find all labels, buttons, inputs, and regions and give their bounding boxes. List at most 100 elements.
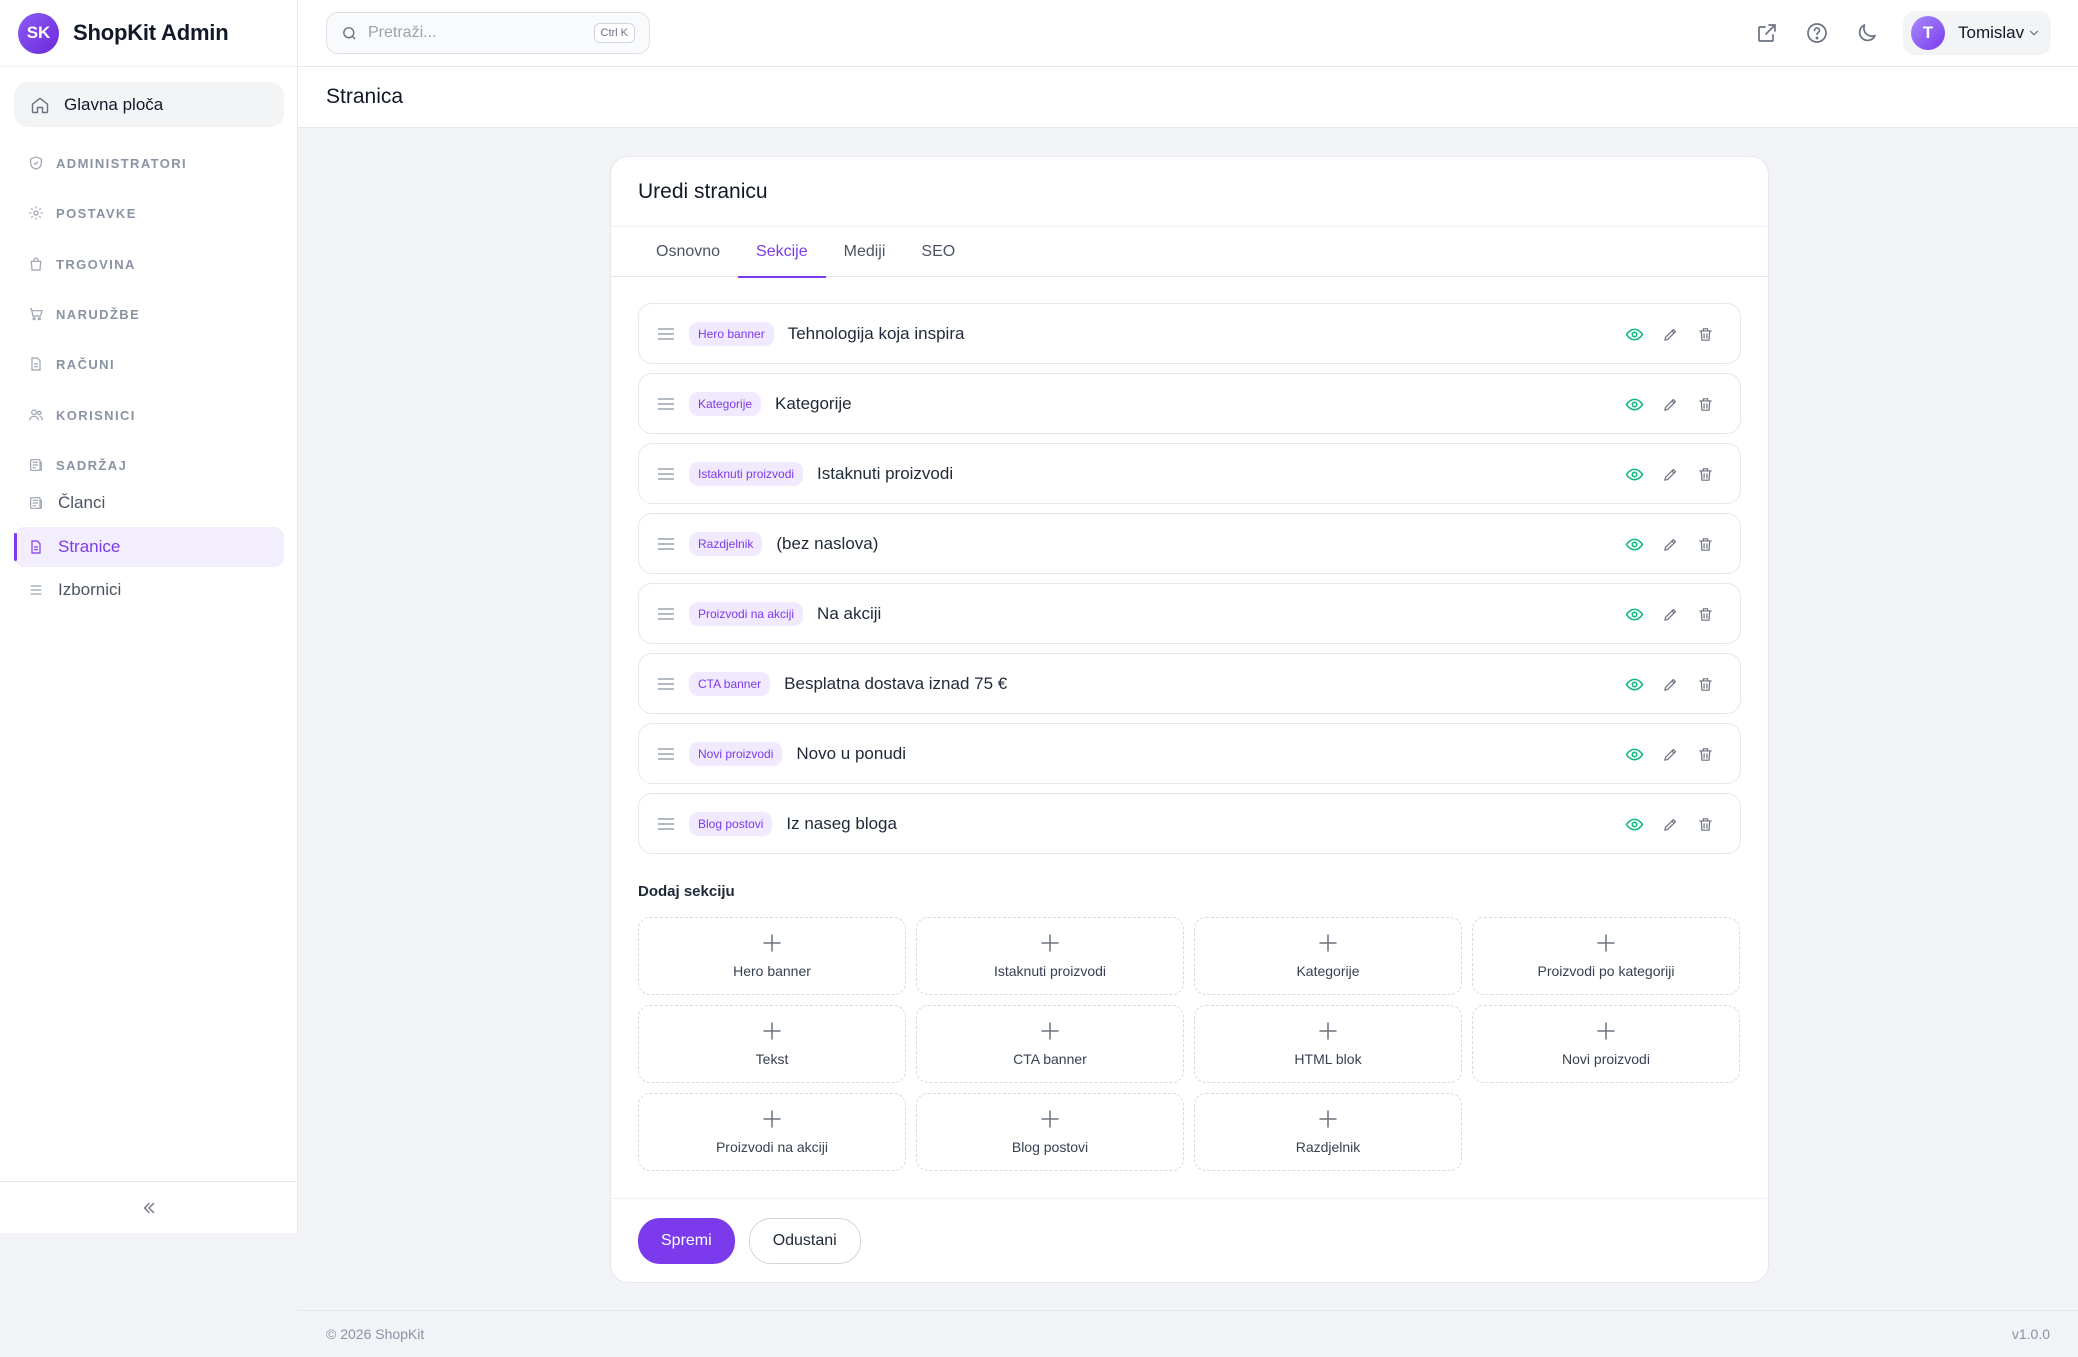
section-row[interactable]: Hero banner Tehnologija koja inspira (638, 303, 1741, 364)
search-box[interactable]: Ctrl K (326, 12, 650, 54)
section-row[interactable]: Proizvodi na akciji Na akciji (638, 583, 1741, 644)
edit-icon[interactable] (1662, 606, 1679, 623)
trash-icon[interactable] (1697, 396, 1714, 413)
drag-handle-icon[interactable] (657, 747, 675, 761)
row-actions (1625, 675, 1714, 694)
add-section-option[interactable]: Tekst (638, 1005, 906, 1083)
user-name: Tomislav (1958, 23, 2025, 42)
sidebar-section-postavke[interactable]: POSTAVKE (28, 205, 137, 221)
brand[interactable]: SK ShopKit Admin (0, 0, 297, 67)
drag-handle-icon[interactable] (657, 467, 675, 481)
add-option-label: Blog postovi (1011, 1139, 1089, 1155)
add-option-label: Tekst (755, 1051, 789, 1067)
add-section-option[interactable]: Novi proizvodi (1472, 1005, 1740, 1083)
add-section-option[interactable]: Hero banner (638, 917, 906, 995)
trash-icon[interactable] (1697, 606, 1714, 623)
sidebar-section-administratori[interactable]: ADMINISTRATORI (28, 155, 187, 171)
drag-handle-icon[interactable] (657, 817, 675, 831)
version: v1.0.0 (2011, 1326, 2050, 1342)
sidebar-section-narudzbe[interactable]: NARUDŽBE (28, 306, 140, 322)
moon-icon[interactable] (1855, 21, 1879, 50)
sidebar-section-trgovina[interactable]: TRGOVINA (28, 256, 136, 272)
sidebar-section-racuni[interactable]: RAČUNI (28, 356, 115, 372)
row-actions (1625, 535, 1714, 554)
drag-handle-icon[interactable] (657, 397, 675, 411)
trash-icon[interactable] (1697, 326, 1714, 343)
add-section-option[interactable]: Razdjelnik (1194, 1093, 1462, 1171)
eye-icon[interactable] (1625, 535, 1644, 554)
tab-sekcije[interactable]: Sekcije (738, 227, 826, 278)
edit-icon[interactable] (1662, 396, 1679, 413)
eye-icon[interactable] (1625, 605, 1644, 624)
edit-icon[interactable] (1662, 466, 1679, 483)
gear-icon (28, 205, 44, 221)
eye-icon[interactable] (1625, 675, 1644, 694)
tab-seo[interactable]: SEO (903, 227, 973, 277)
edit-icon[interactable] (1662, 746, 1679, 763)
sidebar-item-dashboard[interactable]: Glavna ploča (14, 82, 284, 127)
avatar: T (1911, 16, 1945, 50)
collapse-sidebar-button[interactable] (0, 1181, 298, 1233)
add-section-option[interactable]: Blog postovi (916, 1093, 1184, 1171)
card-footer: Spremi Odustani (611, 1198, 1768, 1282)
sidebar-item-clanci[interactable]: Članci (14, 483, 284, 523)
section-row[interactable]: Blog postovi Iz naseg bloga (638, 793, 1741, 854)
page-header: Stranica (298, 67, 2078, 128)
eye-icon[interactable] (1625, 815, 1644, 834)
add-section-option[interactable]: Istaknuti proizvodi (916, 917, 1184, 995)
sidebar-item-label: Glavna ploča (64, 94, 164, 114)
eye-icon[interactable] (1625, 395, 1644, 414)
cancel-button[interactable]: Odustani (748, 1217, 861, 1264)
add-section-option[interactable]: HTML blok (1194, 1005, 1462, 1083)
sidebar-section-sadrzaj[interactable]: SADRŽAJ (28, 457, 127, 473)
drag-handle-icon[interactable] (657, 537, 675, 551)
sidebar-item-stranice[interactable]: Stranice (14, 527, 284, 567)
trash-icon[interactable] (1697, 536, 1714, 553)
eye-icon[interactable] (1625, 325, 1644, 344)
drag-handle-icon[interactable] (657, 677, 675, 691)
section-row[interactable]: Razdjelnik (bez naslova) (638, 513, 1741, 574)
tabs: Osnovno Sekcije Mediji SEO (611, 227, 1768, 278)
edit-icon[interactable] (1662, 676, 1679, 693)
search-input[interactable] (368, 24, 578, 42)
section-type-badge: Hero banner (689, 321, 774, 346)
trash-icon[interactable] (1697, 746, 1714, 763)
tab-mediji[interactable]: Mediji (826, 227, 904, 277)
plus-icon (1318, 933, 1338, 953)
section-row[interactable]: Kategorije Kategorije (638, 373, 1741, 434)
trash-icon[interactable] (1697, 676, 1714, 693)
tab-osnovno[interactable]: Osnovno (638, 227, 738, 277)
section-row[interactable]: Novi proizvodi Novo u ponudi (638, 723, 1741, 784)
eye-icon[interactable] (1625, 745, 1644, 764)
user-menu[interactable]: T Tomislav (1903, 11, 2051, 55)
section-row[interactable]: CTA banner Besplatna dostava iznad 75 € (638, 653, 1741, 714)
add-section-option[interactable]: Proizvodi po kategoriji (1472, 917, 1740, 995)
chevrons-left-icon (140, 1199, 158, 1217)
sidebar-section-korisnici[interactable]: KORISNICI (28, 407, 136, 423)
edit-icon[interactable] (1662, 326, 1679, 343)
eye-icon[interactable] (1625, 465, 1644, 484)
search-icon (341, 25, 358, 42)
section-title: (bez naslova) (776, 533, 879, 553)
brand-name: ShopKit Admin (73, 20, 229, 45)
add-section-option[interactable]: Kategorije (1194, 917, 1462, 995)
sidebar-item-izbornici[interactable]: Izbornici (14, 570, 284, 610)
external-link-icon[interactable] (1755, 21, 1779, 50)
help-icon[interactable] (1805, 21, 1829, 50)
plus-icon (762, 1109, 782, 1129)
save-button[interactable]: Spremi (638, 1217, 735, 1264)
shopping-bag-icon (28, 256, 44, 272)
drag-handle-icon[interactable] (657, 607, 675, 621)
add-section-option[interactable]: Proizvodi na akciji (638, 1093, 906, 1171)
trash-icon[interactable] (1697, 816, 1714, 833)
add-section-option[interactable]: CTA banner (916, 1005, 1184, 1083)
section-row[interactable]: Istaknuti proizvodi Istaknuti proizvodi (638, 443, 1741, 504)
edit-icon[interactable] (1662, 816, 1679, 833)
drag-handle-icon[interactable] (657, 327, 675, 341)
edit-icon[interactable] (1662, 536, 1679, 553)
topbar: Ctrl K T Tomislav (298, 0, 2078, 67)
article-icon (28, 495, 44, 511)
plus-icon (1040, 1109, 1060, 1129)
trash-icon[interactable] (1697, 466, 1714, 483)
plus-icon (1040, 933, 1060, 953)
